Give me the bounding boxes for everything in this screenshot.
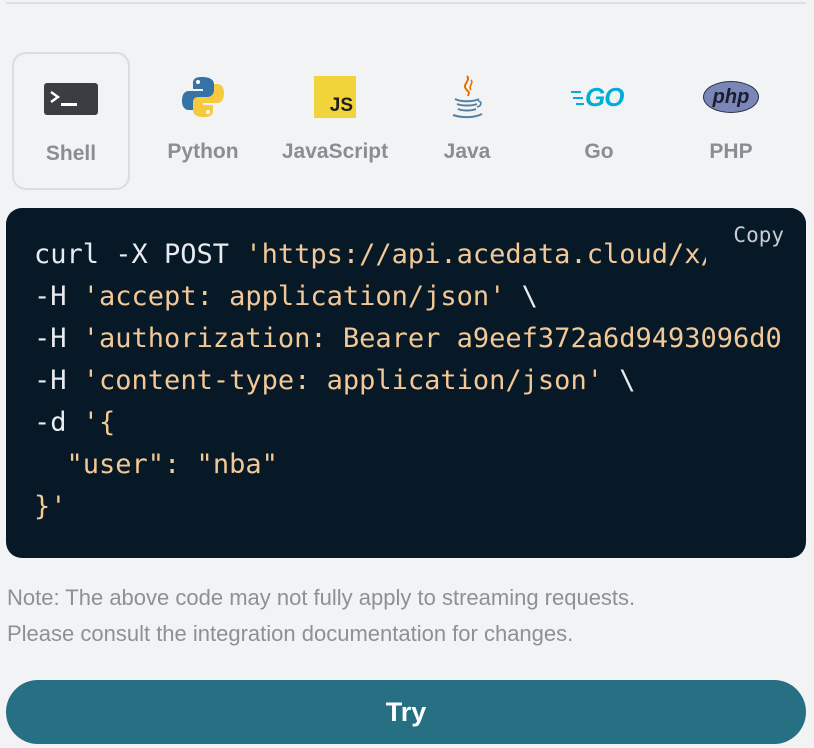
terminal-icon	[43, 76, 99, 122]
tab-label: Java	[443, 140, 491, 163]
java-icon	[439, 74, 495, 120]
tab-go[interactable]: GO Go	[540, 52, 658, 190]
code-line-5: -d '{	[34, 407, 116, 438]
code-line-2: -H 'accept: application/json' \	[34, 281, 538, 312]
try-button[interactable]: Try	[6, 680, 806, 744]
copy-button[interactable]: Copy	[706, 208, 806, 264]
language-tabs: Shell Python JS JavaScript Java GO Go ph…	[12, 52, 802, 192]
code-line-7: }'	[34, 491, 67, 522]
php-icon: php	[703, 74, 759, 120]
python-icon	[175, 74, 231, 120]
code-line-1: curl -X POST 'https://api.acedata.cloud/…	[34, 239, 782, 270]
code-block[interactable]: curl -X POST 'https://api.acedata.cloud/…	[6, 208, 806, 558]
go-icon: GO	[571, 74, 627, 120]
tab-php[interactable]: php PHP	[672, 52, 790, 190]
tab-label: Shell	[45, 142, 97, 165]
note-line-2: Please consult the integration documenta…	[7, 621, 574, 646]
streaming-note: Note: The above code may not fully apply…	[7, 580, 797, 652]
javascript-icon-text: JS	[329, 95, 353, 116]
code-line-6: "user": "nba"	[66, 449, 278, 480]
tab-java[interactable]: Java	[408, 52, 526, 190]
tab-label: PHP	[709, 140, 753, 163]
top-divider	[6, 2, 806, 4]
note-line-1: Note: The above code may not fully apply…	[7, 585, 636, 610]
code-line-4: -H 'content-type: application/json' \	[34, 365, 636, 396]
code-text[interactable]: curl -X POST 'https://api.acedata.cloud/…	[34, 234, 782, 528]
code-line-3: -H 'authorization: Bearer a9eef372a6d949…	[34, 323, 782, 354]
tab-label: Python	[167, 140, 239, 163]
javascript-icon: JS	[307, 74, 363, 120]
tab-label: JavaScript	[281, 140, 389, 163]
tab-label: Go	[584, 140, 614, 163]
tab-shell[interactable]: Shell	[12, 52, 130, 190]
php-icon-text: php	[712, 85, 750, 108]
go-icon-text: GO	[585, 82, 624, 112]
tab-python[interactable]: Python	[144, 52, 262, 190]
tab-javascript[interactable]: JS JavaScript	[276, 52, 394, 190]
